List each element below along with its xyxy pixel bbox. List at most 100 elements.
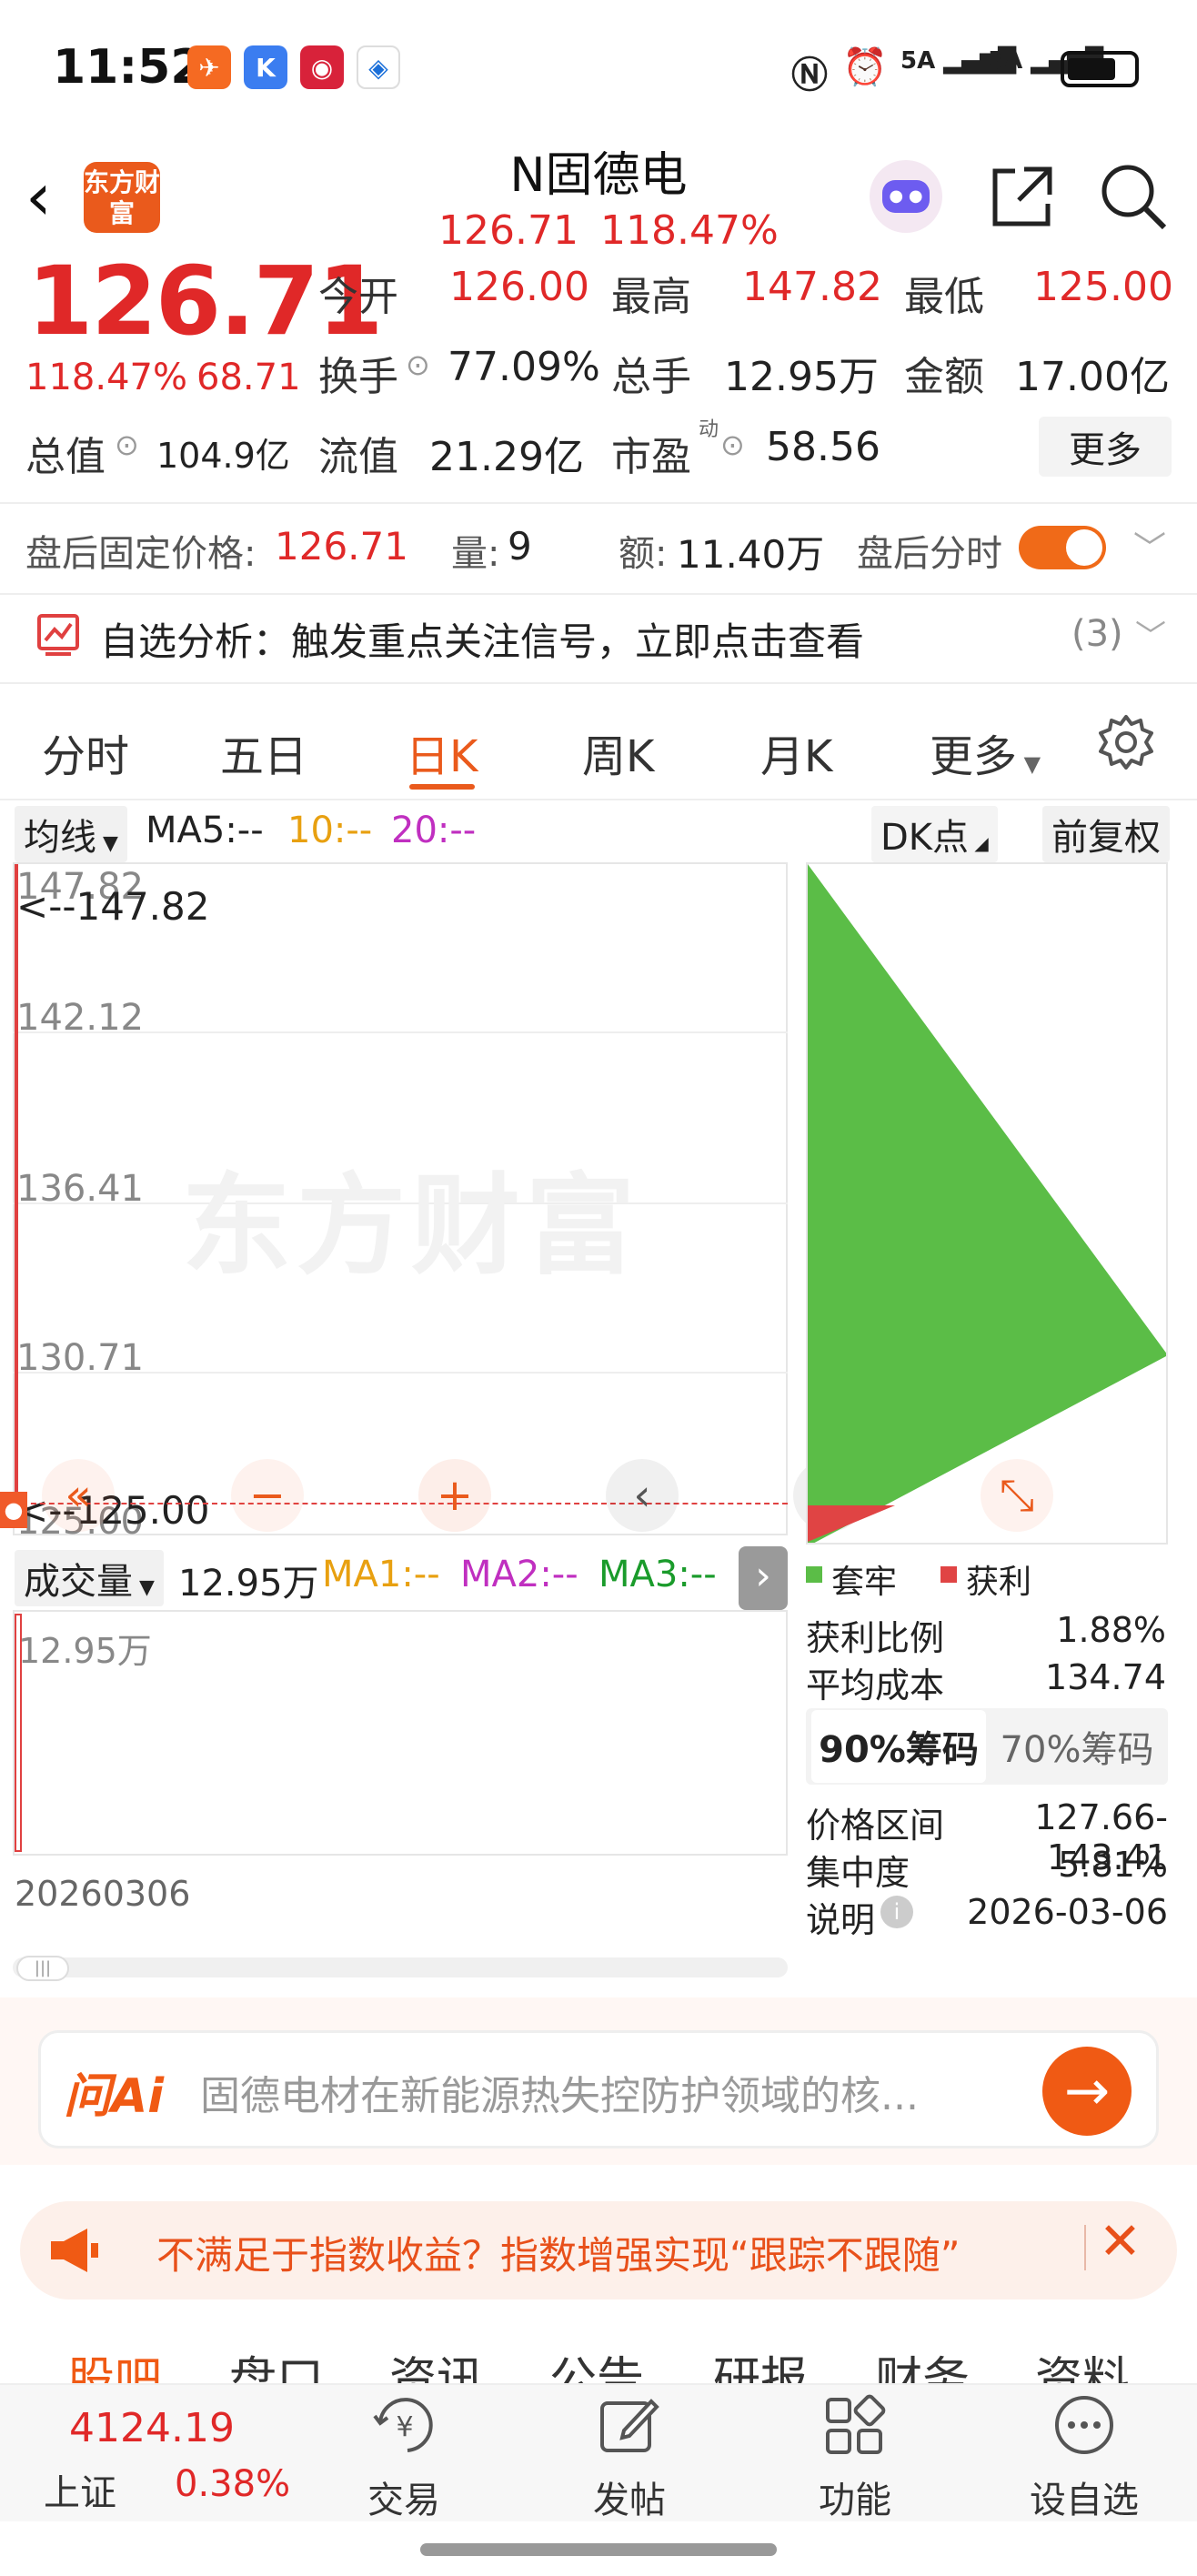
after-hours-vol: 9 — [508, 524, 532, 569]
dk-points-select[interactable]: DK点 ◢ — [871, 806, 998, 862]
high-marker: <--147.82 — [16, 884, 210, 929]
chart-analysis-icon — [37, 614, 79, 656]
tab-pankou[interactable]: 盘口 — [229, 2341, 324, 2383]
grid-functions-icon[interactable] — [822, 2394, 886, 2458]
search-icon[interactable] — [1097, 160, 1170, 233]
gear-icon[interactable] — [1097, 713, 1155, 771]
adjust-select[interactable]: 前复权 — [1042, 806, 1170, 862]
chips-date: 2026-03-06 — [967, 1892, 1168, 1932]
tab-five-day[interactable]: 五日 — [220, 720, 307, 784]
alarm-icon: ⏰ — [842, 46, 888, 88]
float-value: 21.29亿 — [429, 434, 584, 480]
tab-monthly-k[interactable]: 月K — [760, 720, 832, 784]
tab-more[interactable]: 更多 ▼ — [930, 720, 1041, 784]
legend-profit: 获利 — [966, 1564, 1032, 1601]
scroll-handle[interactable]: ||| — [16, 1956, 69, 1981]
pe-label: 市盈 — [611, 434, 691, 480]
zoom-out-icon[interactable]: − — [231, 1459, 304, 1532]
tab-daily-k[interactable]: 日K — [406, 720, 478, 784]
divider — [0, 502, 1197, 504]
float-label: 流值 — [318, 434, 398, 480]
tab-profile[interactable]: 资料 — [1035, 2341, 1130, 2383]
arrow-right-icon[interactable]: → — [1042, 2047, 1132, 2136]
tab-90-chips[interactable]: 90%筹码 — [811, 1710, 986, 1783]
turnover-label: 换手 — [318, 354, 398, 400]
info-icon[interactable]: ⊙ — [720, 428, 745, 462]
avg-cost-label: 平均成本 — [806, 1665, 945, 1706]
tab-intraday[interactable]: 分时 — [42, 720, 129, 784]
banner-text[interactable]: 不满足于指数收益？指数增强实现“跟踪不跟随” — [156, 2225, 961, 2280]
close-icon[interactable]: ✕ — [1099, 2212, 1142, 2271]
volume-value: 12.95万 — [178, 1563, 319, 1605]
chevron-left-icon[interactable]: ‹ — [606, 1459, 679, 1532]
trade-icon[interactable]: ¥ — [371, 2394, 438, 2458]
change-amt: 68.71 — [196, 357, 301, 398]
index-value[interactable]: 4124.19 — [69, 2405, 235, 2451]
chart-scrollbar[interactable] — [13, 1957, 788, 1977]
y-axis-label: 136.41 — [16, 1168, 144, 1210]
pe-superscript: 动 — [699, 418, 719, 441]
after-hours-toggle[interactable] — [1019, 526, 1106, 569]
bank-notification-icon: ◈ — [357, 45, 400, 89]
chevron-down-icon[interactable]: ﹀ — [1135, 611, 1166, 656]
edit-post-icon[interactable] — [597, 2394, 660, 2458]
home-indicator — [420, 2543, 777, 2556]
active-tab-indicator — [409, 784, 475, 790]
tab-guba[interactable]: 股吧 — [67, 2341, 162, 2383]
legend-locked-swatch — [806, 1566, 822, 1583]
high-label: 最高 — [611, 274, 691, 320]
high-value: 147.82 — [742, 264, 882, 310]
price-tag: ● — [0, 1492, 27, 1528]
low-value: 125.00 — [1033, 264, 1173, 310]
status-bar: 11:52 ✈ K ◉ ◈ Ⓝ ⏰ 5A ▂▄▆█ 5A ▂▄▆█ — [0, 0, 1197, 136]
more-dots-icon[interactable] — [1051, 2392, 1117, 2458]
chevron-right-icon[interactable]: › — [739, 1546, 788, 1610]
header-change: 118.47% — [600, 207, 779, 254]
ai-input[interactable]: 固德电材在新能源热失控防护领域的核... — [200, 2063, 1019, 2121]
ma20-value: 20:-- — [391, 810, 477, 851]
info-icon[interactable]: i — [880, 1896, 913, 1928]
jump-start-icon[interactable]: « — [42, 1459, 115, 1532]
analysis-text[interactable]: 自选分析：触发重点关注信号，立即点击查看 — [100, 611, 864, 667]
range-label: 价格区间 — [806, 1806, 945, 1846]
tab-weekly-k[interactable]: 周K — [582, 720, 654, 784]
locked-chip-area — [808, 864, 1166, 1543]
ai-robot-icon[interactable]: ● ● — [870, 160, 942, 233]
profit-ratio-value: 1.88% — [1056, 1610, 1166, 1650]
amount-label: 金额 — [904, 354, 984, 400]
after-hours-vol-label: 量: — [451, 533, 500, 575]
open-label: 今开 — [318, 274, 398, 320]
index-change[interactable]: 0.38% — [175, 2463, 290, 2505]
tab-70-chips[interactable]: 70%筹码 — [990, 1710, 1164, 1783]
more-button[interactable]: 更多 — [1039, 417, 1172, 477]
legend-locked: 套牢 — [831, 1564, 898, 1601]
nav-functions[interactable]: 功能 — [800, 2470, 910, 2523]
zoom-in-icon[interactable]: + — [418, 1459, 491, 1532]
nav-trade[interactable]: 交易 — [349, 2470, 458, 2523]
volume-value: 12.95万 — [724, 354, 879, 400]
concentration-label: 集中度 — [806, 1853, 910, 1893]
chip-distribution-chart — [806, 862, 1168, 1545]
low-label: 最低 — [904, 274, 984, 320]
nav-post[interactable]: 发帖 — [575, 2470, 684, 2523]
tab-research[interactable]: 研报 — [713, 2341, 808, 2383]
turnover-value: 77.09% — [448, 344, 600, 390]
chevron-down-icon[interactable]: ﹀ — [1133, 522, 1166, 569]
volume-select[interactable]: 成交量 ▼ — [15, 1550, 164, 1606]
legend-profit-swatch — [940, 1566, 957, 1583]
tab-announcements[interactable]: 公告 — [549, 2341, 644, 2383]
after-hours-amt: 11.40万 — [677, 532, 825, 577]
info-icon[interactable]: ⊙ — [406, 347, 430, 382]
share-icon[interactable] — [988, 162, 1057, 231]
bottom-section-tabs: 股吧 盘口 资讯 公告 研报 财务 资料 — [0, 2329, 1197, 2383]
candle — [15, 864, 18, 1501]
tab-news[interactable]: 资讯 — [389, 2341, 484, 2383]
amount-value: 17.00亿 — [1015, 354, 1170, 400]
ma-select[interactable]: 均线 ▼ — [15, 806, 127, 862]
index-name[interactable]: 上证 — [44, 2463, 116, 2516]
ma5-value: MA5:-- — [146, 810, 264, 851]
nav-add-watchlist[interactable]: 设自选 — [1011, 2470, 1157, 2523]
tab-finance[interactable]: 财务 — [875, 2341, 970, 2383]
after-hours-amt-label: 额: — [619, 533, 668, 575]
info-icon[interactable]: ⊙ — [115, 428, 139, 462]
